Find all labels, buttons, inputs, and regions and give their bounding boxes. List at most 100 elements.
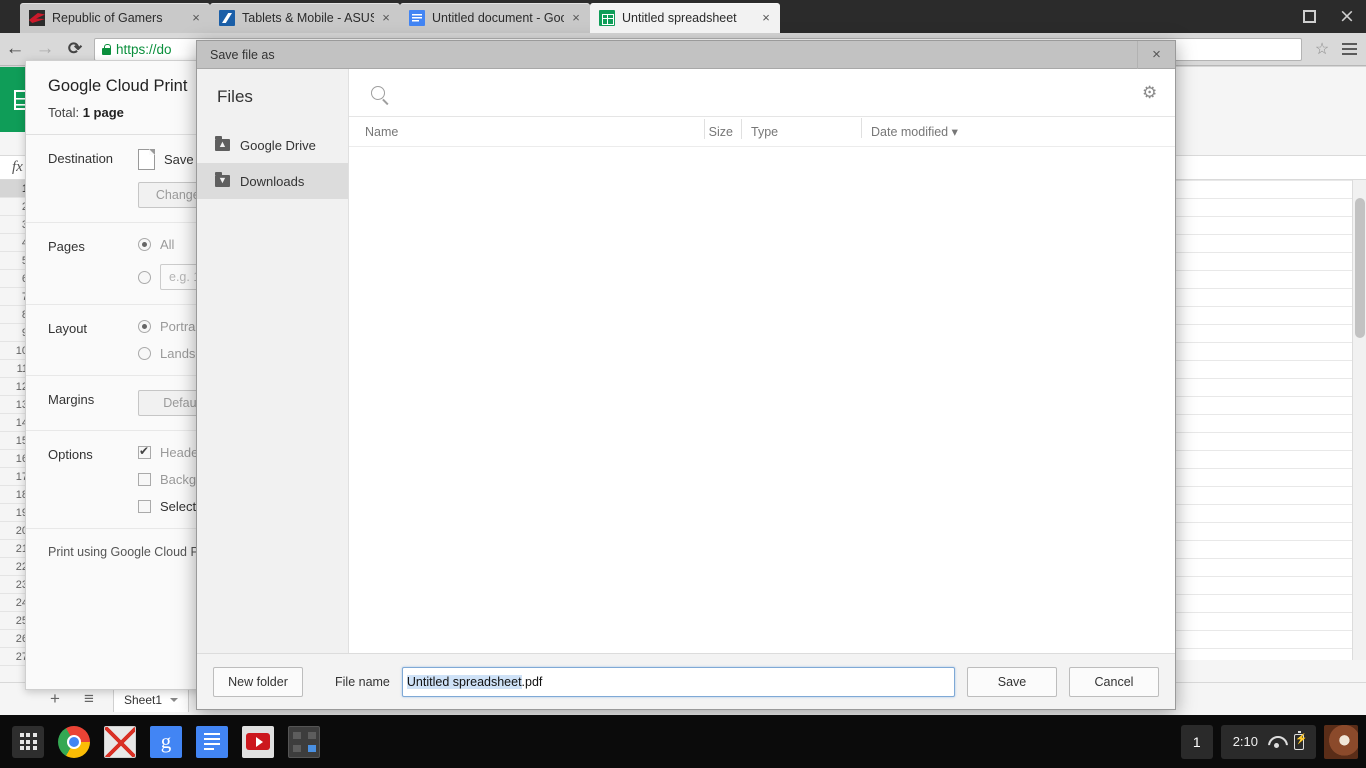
column-header-date-modified[interactable]: Date modified ▾ bbox=[861, 118, 958, 139]
google-docs-icon bbox=[409, 10, 425, 26]
checkbox-background[interactable] bbox=[138, 473, 151, 486]
browser-tab-4[interactable]: Untitled spreadsheet × bbox=[590, 3, 780, 33]
dialog-content: ⚙ Name Size Type Date modified ▾ bbox=[349, 69, 1175, 653]
margins-label: Margins bbox=[48, 392, 95, 407]
sidebar-item-label: Google Drive bbox=[240, 137, 316, 153]
checkbox-selection[interactable] bbox=[138, 500, 151, 513]
tab-close-icon[interactable]: × bbox=[568, 10, 584, 26]
tab-title: Untitled document - Goo bbox=[432, 11, 564, 25]
radio-pages-range[interactable] bbox=[138, 270, 151, 284]
sidebar-heading: Files bbox=[217, 87, 253, 106]
system-status-tray: 1 2:10 bbox=[1180, 715, 1358, 768]
formula-fx-icon: fx bbox=[12, 159, 23, 175]
dialog-close-button[interactable]: × bbox=[1137, 40, 1175, 69]
radio-layout-portrait[interactable] bbox=[138, 320, 151, 333]
browser-tab-3[interactable]: Untitled document - Goo × bbox=[400, 3, 590, 33]
sort-descending-icon: ▾ bbox=[951, 125, 958, 139]
rog-icon bbox=[29, 10, 45, 26]
checkbox-headers[interactable] bbox=[138, 444, 151, 459]
vertical-scrollbar[interactable] bbox=[1352, 180, 1366, 660]
file-name-extension: .pdf bbox=[521, 674, 543, 689]
user-avatar[interactable] bbox=[1324, 724, 1358, 759]
sidebar-item-google-drive[interactable]: ▲ Google Drive bbox=[197, 127, 348, 163]
print-total-label: Total: bbox=[48, 105, 83, 120]
youtube-icon[interactable] bbox=[242, 725, 274, 758]
browser-tab-2[interactable]: Tablets & Mobile - ASUS × bbox=[210, 3, 400, 33]
shelf-app-icons: g bbox=[6, 715, 320, 768]
cancel-button[interactable]: Cancel bbox=[1069, 666, 1159, 697]
window-controls: × bbox=[1290, 0, 1366, 33]
google-search-icon[interactable]: g bbox=[150, 725, 182, 758]
column-header-date-label: Date modified bbox=[871, 125, 949, 139]
tab-strip: Republic of Gamers × Tablets & Mobile - … bbox=[0, 0, 1366, 33]
clock: 2:10 bbox=[1232, 734, 1258, 749]
option-background-label: Backgr bbox=[160, 472, 201, 487]
column-header-name[interactable]: Name bbox=[349, 125, 704, 139]
file-name-input[interactable]: Untitled spreadsheet .pdf bbox=[401, 666, 955, 697]
file-name-label: File name bbox=[335, 674, 390, 689]
file-name-selected-text: Untitled spreadsheet bbox=[406, 674, 522, 689]
search-icon[interactable] bbox=[371, 85, 385, 100]
dialog-footer: New folder File name Untitled spreadshee… bbox=[197, 653, 1175, 709]
save-file-dialog: Save file as × Files ▲ Google Drive ▼ Do… bbox=[196, 40, 1176, 710]
document-icon bbox=[138, 149, 155, 170]
print-total-value: 1 page bbox=[82, 105, 124, 120]
google-drive-folder-icon: ▲ bbox=[215, 136, 230, 151]
pages-all-label: All bbox=[160, 237, 175, 252]
tab-title: Untitled spreadsheet bbox=[622, 11, 737, 25]
tab-close-icon[interactable]: × bbox=[758, 10, 774, 26]
gmail-icon[interactable] bbox=[104, 725, 136, 758]
browser-menu-icon[interactable] bbox=[1336, 43, 1362, 55]
window-close-button[interactable]: × bbox=[1328, 0, 1366, 33]
destination-label: Destination bbox=[48, 151, 114, 166]
address-bar-url: https://do bbox=[116, 41, 172, 57]
launcher-icon[interactable] bbox=[12, 725, 44, 758]
sidebar-item-label: Downloads bbox=[240, 173, 305, 189]
options-label: Options bbox=[48, 447, 93, 462]
wifi-icon bbox=[1268, 736, 1284, 748]
close-icon: × bbox=[1339, 5, 1355, 27]
file-list[interactable] bbox=[349, 147, 1175, 653]
battery-charging-icon bbox=[1294, 731, 1307, 750]
browser-tab-1[interactable]: Republic of Gamers × bbox=[20, 3, 210, 33]
tab-close-icon[interactable]: × bbox=[188, 10, 204, 26]
radio-pages-all[interactable] bbox=[138, 238, 151, 251]
file-list-columns: Name Size Type Date modified ▾ bbox=[349, 117, 1175, 147]
all-sheets-button[interactable]: ≡ bbox=[79, 689, 99, 709]
pages-label: Pages bbox=[48, 239, 85, 254]
status-area[interactable]: 2:10 bbox=[1220, 724, 1316, 759]
dialog-title: Save file as bbox=[210, 47, 275, 62]
dialog-sidebar: Files ▲ Google Drive ▼ Downloads bbox=[197, 69, 349, 653]
google-docs-icon[interactable] bbox=[196, 725, 228, 758]
tab-title: Tablets & Mobile - ASUS bbox=[242, 11, 374, 25]
new-folder-button[interactable]: New folder bbox=[213, 666, 303, 697]
bookmark-star-icon[interactable]: ☆ bbox=[1308, 39, 1336, 59]
maximize-button[interactable] bbox=[1290, 0, 1328, 33]
tab-close-icon[interactable]: × bbox=[378, 10, 394, 26]
dialog-title-bar: Save file as × bbox=[197, 40, 1175, 69]
downloads-folder-icon: ▼ bbox=[215, 172, 230, 187]
scrollbar-thumb[interactable] bbox=[1355, 198, 1365, 338]
add-sheet-button[interactable]: + bbox=[45, 689, 65, 709]
window-count: 1 bbox=[1192, 733, 1201, 750]
chrome-icon[interactable] bbox=[58, 725, 90, 758]
sheet-tab-label: Sheet1 bbox=[124, 692, 163, 707]
chevron-down-icon[interactable] bbox=[170, 697, 179, 702]
calculator-icon[interactable] bbox=[288, 725, 320, 758]
maximize-icon bbox=[1302, 10, 1316, 23]
asus-icon bbox=[219, 10, 235, 26]
column-header-size[interactable]: Size bbox=[704, 118, 741, 139]
destination-value: Save bbox=[164, 152, 194, 167]
sidebar-item-downloads[interactable]: ▼ Downloads bbox=[197, 163, 348, 199]
layout-label: Layout bbox=[48, 321, 88, 336]
gear-icon[interactable]: ⚙ bbox=[1142, 84, 1159, 101]
window-count-badge[interactable]: 1 bbox=[1180, 724, 1213, 759]
system-shelf: g 1 2:10 bbox=[0, 715, 1366, 768]
save-button[interactable]: Save bbox=[967, 666, 1057, 697]
radio-layout-landscape[interactable] bbox=[138, 347, 151, 360]
column-header-type[interactable]: Type bbox=[741, 118, 861, 139]
tab-title: Republic of Gamers bbox=[52, 11, 163, 25]
secure-lock-icon bbox=[102, 43, 111, 55]
screen: Republic of Gamers × Tablets & Mobile - … bbox=[0, 0, 1366, 768]
file-search-bar[interactable]: ⚙ bbox=[349, 69, 1175, 117]
